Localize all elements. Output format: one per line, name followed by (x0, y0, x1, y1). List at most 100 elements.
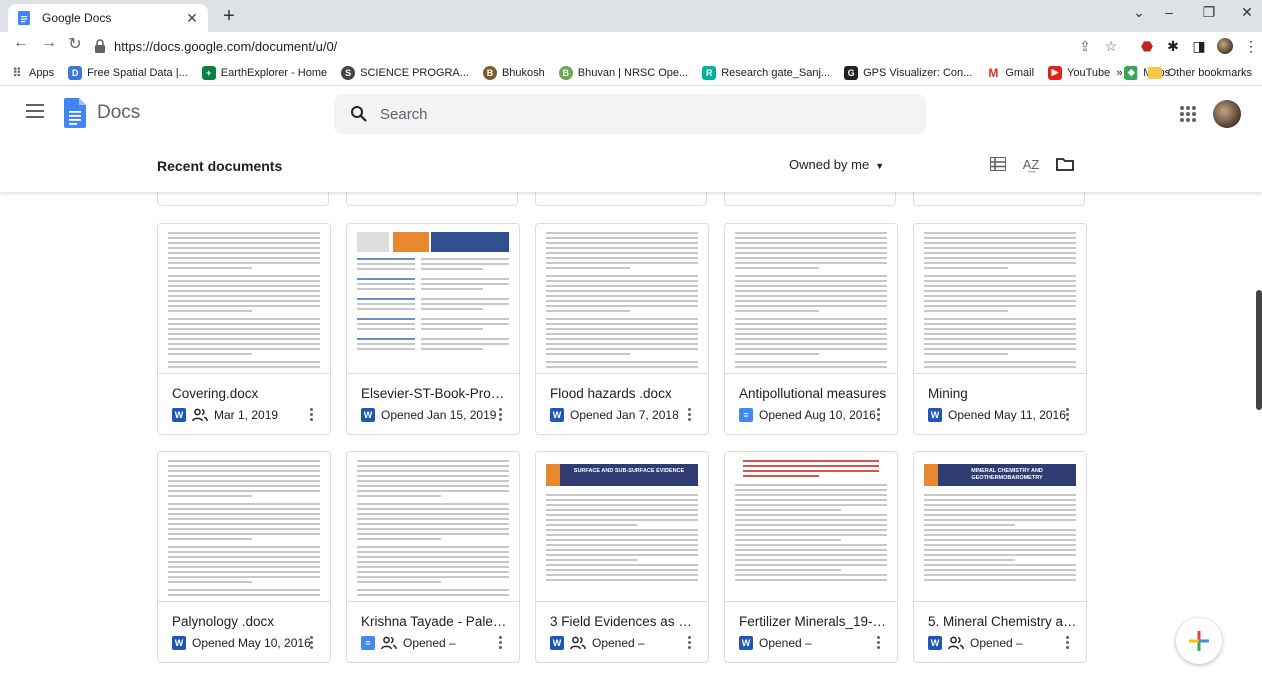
more-options-icon[interactable] (688, 636, 692, 650)
extension-icon[interactable]: ⬣ (1138, 37, 1156, 55)
document-meta: W Opened Jan 7, 2018 (550, 408, 679, 422)
document-card[interactable]: Fertilizer Minerals_19-03... W Opened – (724, 451, 898, 663)
bookmark-researchgate[interactable]: R Research gate_Sanj... (702, 65, 831, 80)
more-options-icon[interactable] (877, 636, 881, 650)
recent-documents-title: Recent documents (157, 158, 283, 174)
main-menu-icon[interactable] (26, 104, 44, 118)
more-options-icon[interactable] (877, 408, 881, 422)
more-options-icon[interactable] (499, 408, 503, 422)
document-thumbnail[interactable]: MINERAL CHEMISTRY AND GEOTHERMOBAROMETRY (914, 452, 1086, 602)
plus-icon (1189, 631, 1209, 651)
document-card[interactable]: Krishna Tayade - Paleont... ≡ Opened – (346, 451, 520, 663)
document-card[interactable]: Antipollutional measures ≡ Opened Aug 10, … (724, 223, 898, 435)
document-thumbnail[interactable] (347, 452, 519, 602)
tab-close-icon[interactable]: ✕ (184, 10, 200, 27)
document-card[interactable]: MINERAL CHEMISTRY AND GEOTHERMOBAROMETRY… (913, 451, 1087, 663)
side-panel-icon[interactable]: ◨ (1190, 37, 1208, 55)
document-thumbnail[interactable] (158, 224, 330, 374)
more-options-icon[interactable] (499, 636, 503, 650)
share-icon[interactable]: ⇪ (1076, 37, 1094, 55)
document-card[interactable]: Palynology .docx W Opened May 10, 2016 (157, 451, 331, 663)
document-thumbnail[interactable] (725, 224, 897, 374)
document-title: Mining (928, 386, 968, 401)
bookmark-label: Apps (29, 66, 55, 79)
document-opened-date: Opened Jan 7, 2018 (570, 408, 679, 422)
thumbnail-banner-text: MINERAL CHEMISTRY AND GEOTHERMOBAROMETRY (938, 464, 1076, 486)
document-meta: W Opened Jan 15, 2019 (361, 408, 496, 422)
document-thumbnail[interactable] (914, 224, 1086, 374)
bookmark-label: Bhukosh (501, 66, 545, 79)
bookmark-bhukosh[interactable]: B Bhukosh (482, 65, 545, 80)
document-card[interactable]: Mining W Opened May 11, 2016 (913, 223, 1087, 435)
bookmark-free-spatial-data[interactable]: D Free Spatial Data |... (68, 65, 188, 80)
back-icon[interactable]: ← (10, 34, 32, 52)
bookmarks-divider (1136, 66, 1138, 80)
profile-avatar-icon[interactable] (1216, 37, 1234, 55)
document-title: Elsevier-ST-Book-Propos... (361, 386, 511, 401)
document-thumbnail[interactable] (158, 452, 330, 602)
reload-icon[interactable]: ↻ (64, 34, 86, 54)
account-avatar[interactable] (1213, 100, 1241, 128)
document-thumbnail[interactable] (536, 224, 708, 374)
bookmark-apps[interactable]: ⠿ Apps (10, 66, 54, 80)
word-file-icon: W (928, 636, 942, 650)
folder-picker-icon[interactable] (1055, 154, 1075, 174)
browser-tab[interactable]: Google Docs ✕ (8, 4, 208, 32)
thumbnail-page (735, 232, 887, 373)
more-options-icon[interactable] (1066, 636, 1070, 650)
sort-az-icon[interactable]: A͢Z (1021, 154, 1041, 174)
bookmark-youtube[interactable]: ▶ YouTube (1048, 65, 1111, 80)
word-file-icon: W (550, 636, 564, 650)
new-tab-icon[interactable]: + (218, 5, 240, 28)
thumbnail-page: SURFACE AND SUB-SURFACE EVIDENCE (546, 460, 698, 601)
bookmark-label: EarthExplorer - Home (220, 66, 328, 79)
new-document-button[interactable] (1176, 618, 1222, 664)
scrollbar-thumb[interactable] (1256, 290, 1262, 410)
bookmark-star-icon[interactable]: ☆ (1102, 37, 1120, 55)
thumbnail-page (735, 460, 887, 601)
owner-filter-dropdown[interactable]: Owned by me ▼ (789, 157, 884, 172)
google-doc-icon: ≡ (739, 408, 753, 422)
search-icon[interactable] (350, 105, 368, 123)
bookmark-gmail[interactable]: M Gmail (986, 66, 1034, 80)
window-close-icon[interactable]: ✕ (1232, 4, 1262, 21)
search-input[interactable]: Search (334, 94, 926, 134)
bookmark-science-programs[interactable]: S SCIENCE PROGRA... (341, 65, 469, 80)
document-card[interactable]: Elsevier-ST-Book-Propos... W Opened Jan 15… (346, 223, 520, 435)
more-options-icon[interactable] (1066, 408, 1070, 422)
more-options-icon[interactable] (310, 636, 314, 650)
bookmark-gps-visualizer[interactable]: G GPS Visualizer: Con... (844, 65, 972, 80)
more-bookmarks-button[interactable]: » (1117, 67, 1123, 79)
dva-icon: D (68, 65, 83, 80)
document-meta: W Opened – (739, 636, 812, 650)
previous-row-card-edge (346, 192, 518, 206)
document-card[interactable]: SURFACE AND SUB-SURFACE EVIDENCE 3 Field … (535, 451, 709, 663)
bookmark-bhuvan[interactable]: B Bhuvan | NRSC Ope... (558, 65, 688, 80)
list-view-icon[interactable] (988, 154, 1008, 174)
shared-people-icon (381, 636, 397, 650)
document-thumbnail[interactable]: SURFACE AND SUB-SURFACE EVIDENCE (536, 452, 708, 602)
restore-icon[interactable]: ❐ (1194, 4, 1224, 21)
bookmark-label: Research gate_Sanj... (721, 66, 831, 79)
recent-documents-bar: Recent documents Owned by me ▼ A͢Z (0, 142, 1262, 192)
document-title: Covering.docx (172, 386, 259, 401)
more-options-icon[interactable] (688, 408, 692, 422)
document-card[interactable]: Flood hazards .docx W Opened Jan 7, 2018 (535, 223, 709, 435)
tab-search-chevron-icon[interactable]: ⌄ (1124, 4, 1154, 21)
document-thumbnail[interactable] (347, 224, 519, 374)
browser-menu-icon[interactable]: ⋮ (1242, 37, 1260, 55)
minimize-icon[interactable]: – (1154, 4, 1184, 20)
extensions-puzzle-icon[interactable]: ✱ (1164, 37, 1182, 55)
forward-icon[interactable]: → (38, 34, 60, 52)
docs-logo-icon[interactable] (64, 98, 86, 128)
document-opened-date: Opened – (759, 636, 812, 650)
google-apps-icon[interactable] (1180, 106, 1196, 122)
other-bookmarks-button[interactable]: Other bookmarks (1168, 67, 1252, 79)
document-card[interactable]: Covering.docx W Mar 1, 2019 (157, 223, 331, 435)
bookmark-earthexplorer[interactable]: + EarthExplorer - Home (201, 65, 328, 80)
document-opened-date: Opened Jan 15, 2019 (381, 408, 497, 422)
address-bar[interactable]: https://docs.google.com/document/u/0/ (94, 34, 1094, 58)
document-thumbnail[interactable] (725, 452, 897, 602)
more-options-icon[interactable] (310, 408, 314, 422)
bookmark-label: YouTube (1067, 66, 1111, 79)
